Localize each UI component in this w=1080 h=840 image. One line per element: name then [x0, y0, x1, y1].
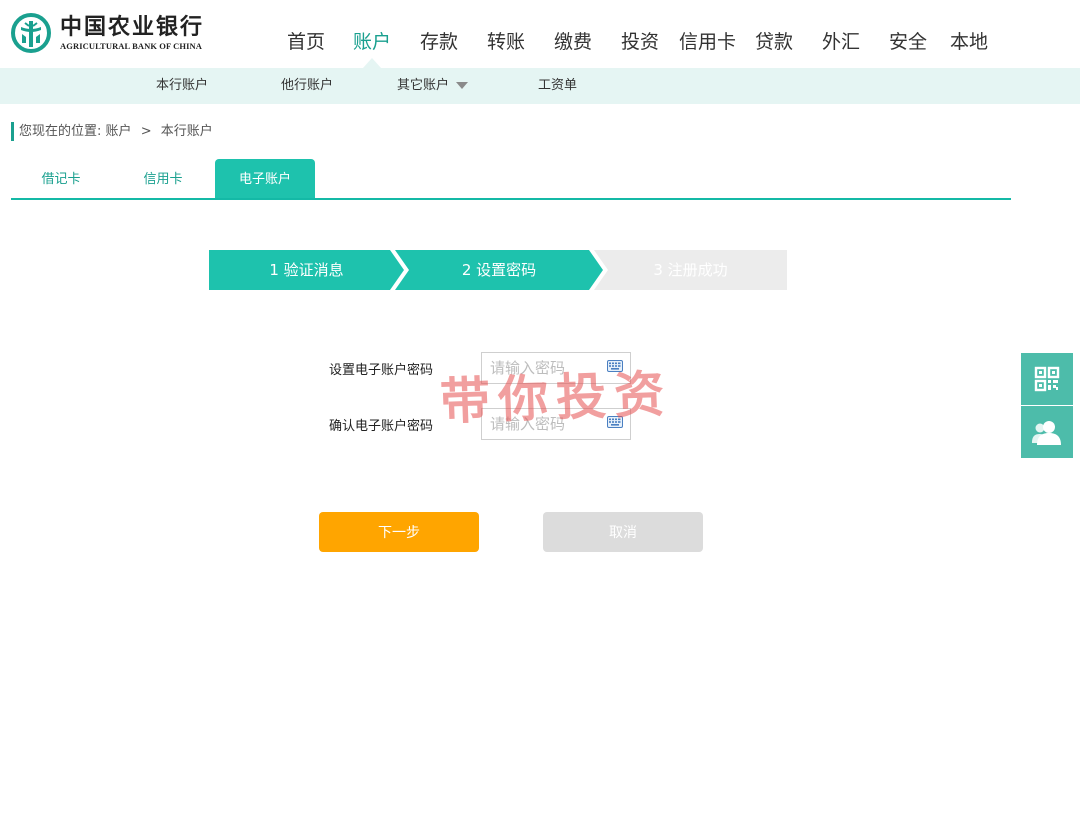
- breadcrumb: 您现在的位置: 账户 > 本行账户: [11, 122, 213, 141]
- nav-security[interactable]: 安全: [889, 28, 927, 56]
- confirm-password-row: 确认电子账户密码: [329, 408, 631, 440]
- step-1-label: 1 验证消息: [269, 261, 344, 279]
- step-2-label: 2 设置密码: [461, 261, 537, 279]
- sub-nav: 本行账户 他行账户 其它账户 工资单: [0, 68, 1080, 104]
- subnav-other-bank-account[interactable]: 他行账户: [281, 68, 333, 104]
- qr-code-icon: [1034, 366, 1060, 392]
- breadcrumb-level2[interactable]: 本行账户: [161, 124, 213, 139]
- nav-deposit[interactable]: 存款: [420, 28, 458, 56]
- side-float-bar: [1021, 353, 1073, 459]
- chevron-down-icon: [456, 82, 469, 89]
- confirm-password-box: [481, 408, 631, 440]
- next-step-button[interactable]: 下一步: [319, 512, 479, 552]
- tab-credit-card[interactable]: 信用卡: [113, 159, 213, 198]
- tab-electronic-account[interactable]: 电子账户: [215, 159, 315, 198]
- keyboard-icon[interactable]: [607, 360, 623, 372]
- set-password-input[interactable]: [482, 353, 600, 383]
- nav-transfer[interactable]: 转账: [487, 28, 525, 56]
- header: 中国农业银行 AGRICULTURAL BANK OF CHINA 首页 账户 …: [0, 0, 1080, 68]
- cancel-button[interactable]: 取消: [543, 512, 703, 552]
- step-register-success: 3 注册成功: [594, 250, 787, 290]
- nav-home[interactable]: 首页: [287, 28, 325, 56]
- main-nav: 首页 账户 存款 转账 缴费 投资 信用卡 贷款 外汇 安全 本地: [0, 28, 1080, 58]
- nav-local[interactable]: 本地: [950, 28, 988, 56]
- subnav-payroll[interactable]: 工资单: [538, 68, 577, 104]
- step-3-label: 3 注册成功: [653, 261, 728, 279]
- step-set-password: 2 设置密码: [395, 250, 603, 290]
- set-password-label: 设置电子账户密码: [329, 362, 434, 378]
- subnav-other-accounts[interactable]: 其它账户: [397, 68, 469, 104]
- progress-steps: 1 验证消息 2 设置密码 3 注册成功: [209, 250, 789, 290]
- subnav-own-bank-account[interactable]: 本行账户: [156, 68, 208, 104]
- breadcrumb-level1[interactable]: 账户: [106, 124, 132, 139]
- set-password-box: [481, 352, 631, 384]
- confirm-password-input[interactable]: [482, 409, 600, 439]
- qr-code-button[interactable]: [1021, 353, 1073, 405]
- set-password-row: 设置电子账户密码: [329, 352, 631, 384]
- active-nav-caret: [363, 58, 381, 68]
- breadcrumb-prefix: 您现在的位置:: [19, 124, 102, 139]
- nav-account[interactable]: 账户: [353, 28, 391, 56]
- breadcrumb-separator: >: [140, 124, 152, 139]
- nav-forex[interactable]: 外汇: [822, 28, 860, 56]
- customer-service-button[interactable]: [1021, 406, 1073, 458]
- customer-service-icon: [1032, 421, 1061, 445]
- nav-investment[interactable]: 投资: [621, 28, 659, 56]
- account-type-tabs: 借记卡 信用卡 电子账户: [11, 159, 1011, 200]
- step-verify-info: 1 验证消息: [209, 250, 404, 290]
- nav-loan[interactable]: 贷款: [755, 28, 793, 56]
- nav-payment[interactable]: 缴费: [554, 28, 592, 56]
- keyboard-icon[interactable]: [607, 416, 623, 428]
- nav-credit-card[interactable]: 信用卡: [679, 28, 736, 56]
- tab-debit-card[interactable]: 借记卡: [11, 159, 111, 198]
- subnav-other-accounts-label: 其它账户: [397, 78, 450, 93]
- confirm-password-label: 确认电子账户密码: [329, 418, 434, 434]
